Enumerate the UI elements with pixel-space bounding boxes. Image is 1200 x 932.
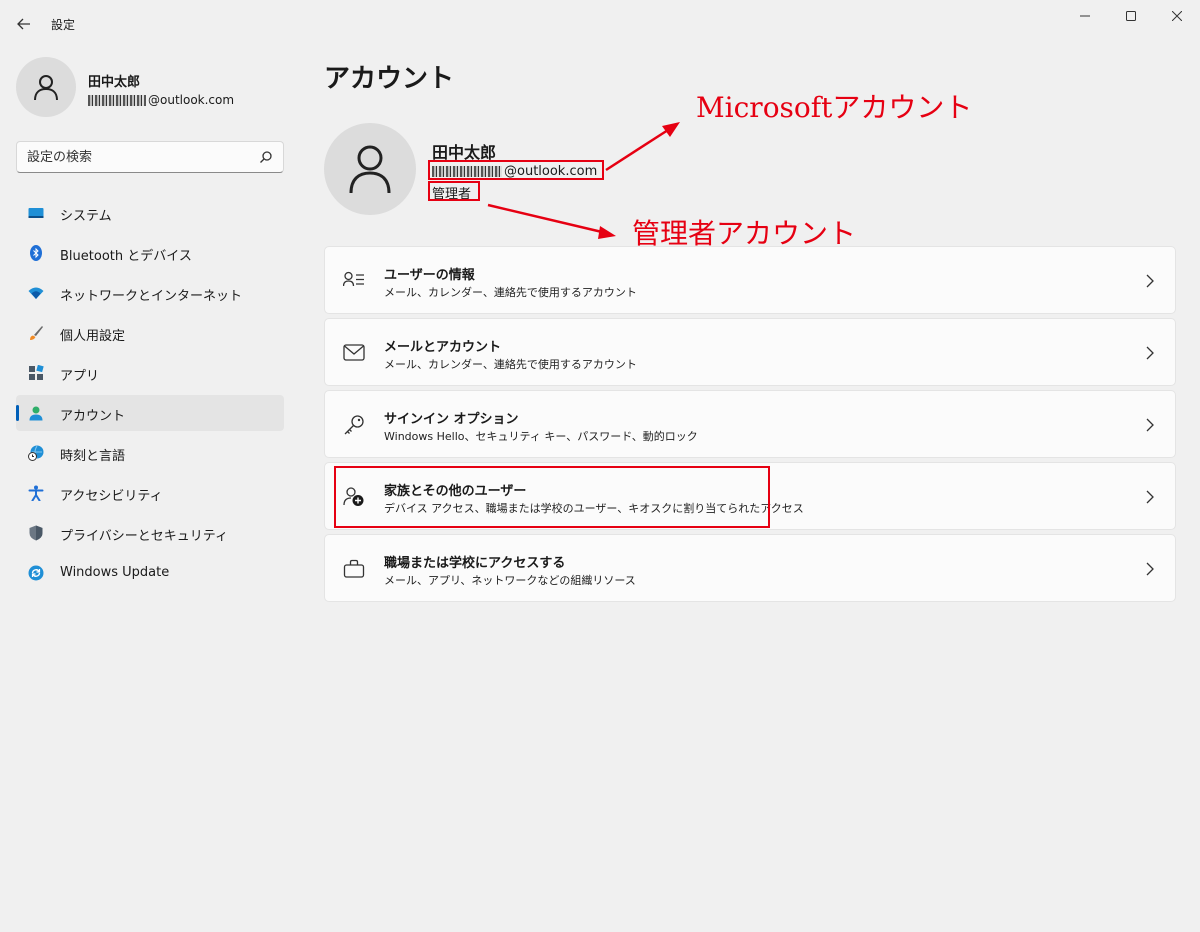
key-icon <box>344 415 364 435</box>
sidebar-item-system[interactable]: システム <box>16 195 284 231</box>
sidebar-item-label: アプリ <box>60 369 100 384</box>
annotation-box-role <box>428 181 480 201</box>
search-input[interactable] <box>27 148 247 166</box>
sidebar-item-label: Bluetooth とデバイス <box>60 249 192 264</box>
card-mail-accounts[interactable]: メールとアカウント メール、カレンダー、連絡先で使用するアカウント <box>324 318 1176 386</box>
card-user-info[interactable]: ユーザーの情報 メール、カレンダー、連絡先で使用するアカウント <box>324 246 1176 314</box>
sidebar-item-privacy[interactable]: プライバシーとセキュリティ <box>16 515 284 551</box>
system-icon <box>28 208 44 218</box>
brush-icon <box>30 326 43 340</box>
sidebar-item-time-language[interactable]: 時刻と言語 <box>16 435 284 471</box>
briefcase-icon <box>343 559 365 578</box>
card-subtitle: Windows Hello、セキュリティ キー、パスワード、動的ロック <box>384 430 698 443</box>
card-subtitle: メール、カレンダー、連絡先で使用するアカウント <box>384 358 637 371</box>
update-icon <box>28 565 44 581</box>
card-title: サインイン オプション <box>384 412 519 427</box>
sidebar-item-label: 個人用設定 <box>60 329 126 344</box>
card-work-school[interactable]: 職場または学校にアクセスする メール、アプリ、ネットワークなどの組織リソース <box>324 534 1176 602</box>
page-title: アカウント <box>324 64 455 94</box>
card-subtitle: メール、アプリ、ネットワークなどの組織リソース <box>384 574 636 587</box>
sidebar-item-accessibility[interactable]: アクセシビリティ <box>16 475 284 511</box>
app-title: 設定 <box>51 18 76 32</box>
close-button[interactable] <box>1154 0 1200 32</box>
back-button[interactable] <box>10 10 38 38</box>
nav-list: システム Bluetooth とデバイス ネットワークとインターネット 個人用設… <box>16 195 284 595</box>
avatar <box>16 57 76 117</box>
profile-name: 田中太郎 <box>88 75 141 90</box>
chevron-right-icon <box>1146 418 1154 432</box>
accessibility-icon <box>28 485 44 501</box>
user-info-icon <box>343 271 364 287</box>
profile-card[interactable]: 田中太郎 @outlook.com <box>16 57 296 117</box>
person-icon <box>34 75 58 101</box>
annotation-microsoft-account: Microsoftアカウント <box>696 91 973 124</box>
search-icon <box>260 151 272 163</box>
minimize-icon <box>1080 15 1090 17</box>
sidebar-item-personalization[interactable]: 個人用設定 <box>16 315 284 351</box>
mail-icon <box>343 344 365 361</box>
title-bar: 設定 <box>0 0 1200 48</box>
sidebar-item-label: アクセシビリティ <box>60 489 163 504</box>
chevron-right-icon <box>1146 274 1154 288</box>
sidebar-item-windows-update[interactable]: Windows Update <box>16 555 284 591</box>
close-icon <box>1172 11 1182 21</box>
card-title: ユーザーの情報 <box>384 268 475 283</box>
chevron-right-icon <box>1146 346 1154 360</box>
back-arrow-icon <box>17 18 30 30</box>
search-box[interactable] <box>16 141 284 173</box>
card-title: メールとアカウント <box>384 340 502 355</box>
maximize-button[interactable] <box>1108 0 1154 32</box>
sidebar-item-label: ネットワークとインターネット <box>60 289 243 304</box>
sidebar-item-apps[interactable]: アプリ <box>16 355 284 391</box>
globe-clock-icon <box>28 445 44 461</box>
sidebar-item-label: アカウント <box>60 409 126 424</box>
card-title: 職場または学校にアクセスする <box>384 556 566 571</box>
sidebar-item-bluetooth[interactable]: Bluetooth とデバイス <box>16 235 284 271</box>
card-subtitle: メール、カレンダー、連絡先で使用するアカウント <box>384 286 637 299</box>
chevron-right-icon <box>1146 490 1154 504</box>
annotation-box-email <box>428 160 604 180</box>
person-icon <box>349 145 391 194</box>
bluetooth-icon <box>30 245 42 261</box>
redacted-email-user <box>88 94 146 106</box>
sidebar-item-label: Windows Update <box>60 565 170 580</box>
annotation-admin-account: 管理者アカウント <box>632 217 857 250</box>
apps-icon <box>29 365 44 380</box>
sidebar-item-label: 時刻と言語 <box>60 449 126 464</box>
annotation-box-family-card <box>334 466 770 528</box>
sidebar-item-label: システム <box>60 209 112 224</box>
wifi-icon <box>28 287 44 299</box>
shield-icon <box>29 525 43 541</box>
card-sign-in-options[interactable]: サインイン オプション Windows Hello、セキュリティ キー、パスワー… <box>324 390 1176 458</box>
maximize-icon <box>1126 11 1136 21</box>
sidebar: 田中太郎 @outlook.com システム Bluetooth とデバイス ネ… <box>0 48 300 932</box>
chevron-right-icon <box>1146 562 1154 576</box>
profile-email-domain: @outlook.com <box>148 93 235 107</box>
sidebar-item-network[interactable]: ネットワークとインターネット <box>16 275 284 311</box>
sidebar-item-label: プライバシーとセキュリティ <box>60 529 228 544</box>
account-icon <box>29 406 43 421</box>
minimize-button[interactable] <box>1062 0 1108 32</box>
profile-email: @outlook.com <box>88 93 234 107</box>
sidebar-item-accounts[interactable]: アカウント <box>16 395 284 431</box>
account-avatar <box>324 123 416 215</box>
